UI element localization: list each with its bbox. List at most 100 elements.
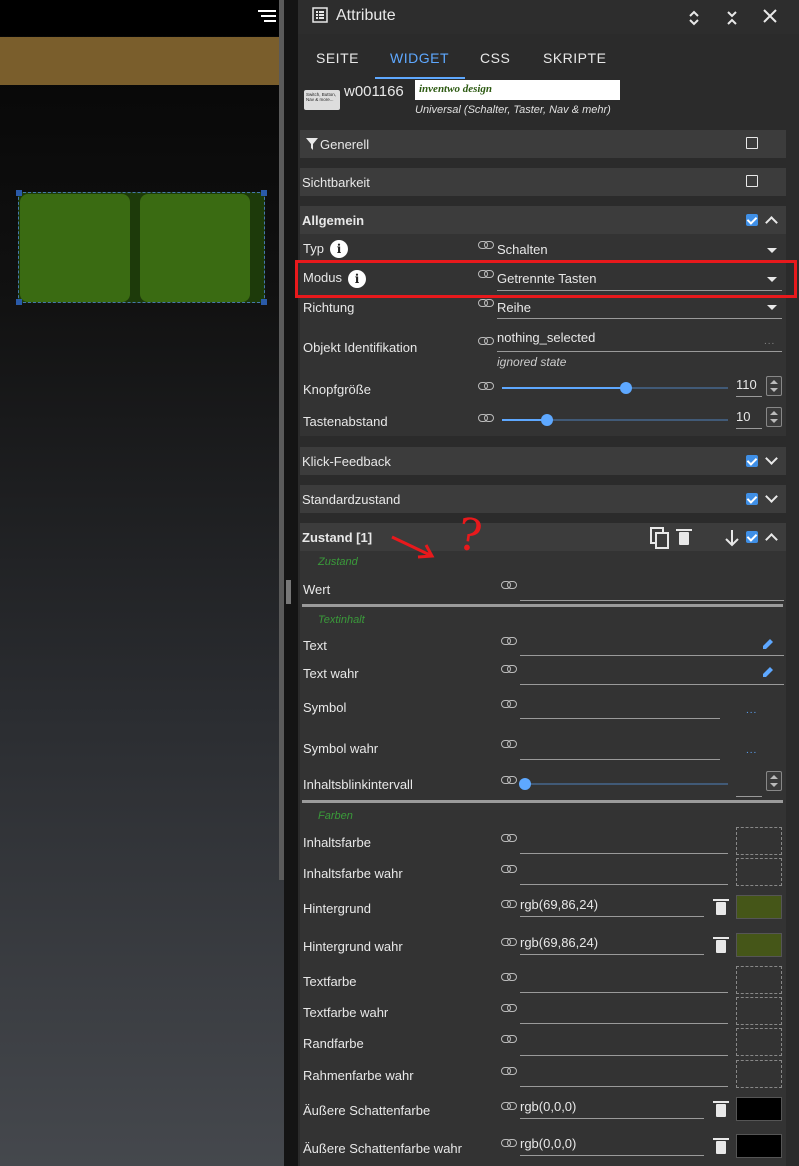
resize-handle[interactable] [261,299,267,305]
symbol-input[interactable] [520,718,720,719]
delete-icon[interactable] [713,937,729,953]
link-icon[interactable] [501,1102,517,1110]
section-header[interactable]: Allgemein [300,206,786,234]
inhaltsfarbe-wahr-input[interactable] [520,884,728,885]
schattenfarbe-input[interactable]: rgb(0,0,0) [520,1099,576,1114]
link-icon[interactable] [501,900,517,908]
link-icon[interactable] [501,700,517,708]
hintergrund-wahr-input[interactable]: rgb(69,86,24) [520,935,598,950]
resize-handle[interactable] [261,190,267,196]
selected-widget[interactable] [16,190,267,305]
switch-button-2[interactable] [140,194,250,302]
textfarbe-wahr-input[interactable] [520,1023,728,1024]
color-swatch[interactable] [736,1028,782,1056]
color-swatch[interactable] [736,933,782,957]
chevron-down-icon[interactable] [765,490,778,503]
section-checkbox[interactable] [746,175,758,187]
oid-input[interactable]: nothing_selected [497,330,595,345]
delete-icon[interactable] [676,529,692,545]
schattenfarbe-wahr-input[interactable]: rgb(0,0,0) [520,1136,576,1151]
section-checkbox[interactable] [746,214,758,226]
splitter-grip[interactable] [286,580,291,604]
switch-button-1[interactable] [20,194,130,302]
hintergrund-input[interactable]: rgb(69,86,24) [520,897,598,912]
link-icon[interactable] [501,740,517,748]
section-standardzustand[interactable]: Standardzustand [300,485,786,513]
wert-input[interactable] [520,600,784,601]
dropdown-arrow-icon[interactable] [767,248,777,253]
link-icon[interactable] [501,865,517,873]
color-swatch[interactable] [736,895,782,919]
chevron-up-icon[interactable] [765,216,778,229]
color-swatch[interactable] [736,997,782,1025]
delete-icon[interactable] [713,1101,729,1117]
link-icon[interactable] [501,973,517,981]
link-icon[interactable] [501,665,517,673]
knopfgroesse-input[interactable]: 110 [736,377,757,392]
dropdown-arrow-icon[interactable] [767,305,777,310]
color-swatch[interactable] [736,1134,782,1158]
panel-splitter[interactable] [284,0,298,1166]
edit-icon[interactable] [762,638,774,650]
rahmenfarbe-wahr-input[interactable] [520,1086,728,1087]
close-icon[interactable] [762,8,778,24]
section-checkbox[interactable] [746,531,758,543]
link-icon[interactable] [501,776,517,784]
tab-widget[interactable]: WIDGET [390,50,449,66]
section-checkbox[interactable] [746,455,758,467]
link-icon[interactable] [501,581,517,589]
number-spinner[interactable] [766,376,782,396]
randfarbe-input[interactable] [520,1055,728,1056]
tab-seite[interactable]: SEITE [316,50,359,66]
number-spinner[interactable] [766,407,782,427]
copy-icon[interactable] [650,527,670,549]
link-icon[interactable] [478,299,494,307]
tastenabstand-input[interactable]: 10 [736,409,750,424]
browse-icon[interactable]: ... [764,336,775,347]
color-swatch[interactable] [736,966,782,994]
arrow-down-icon[interactable] [724,529,740,547]
typ-select[interactable]: Schalten [497,242,548,257]
section-header[interactable]: Zustand [1] [300,523,786,551]
expand-all-icon[interactable] [688,9,700,27]
color-swatch[interactable] [736,827,782,855]
collapse-all-icon[interactable] [726,9,738,27]
richtung-select[interactable]: Reihe [497,300,531,315]
link-icon[interactable] [501,1035,517,1043]
section-checkbox[interactable] [746,137,758,149]
resize-handle[interactable] [16,299,22,305]
blink-input[interactable] [736,796,762,797]
textfarbe-input[interactable] [520,992,728,993]
inhaltsfarbe-input[interactable] [520,853,728,854]
link-icon[interactable] [478,382,494,390]
link-icon[interactable] [501,1004,517,1012]
blink-slider-track[interactable] [524,783,728,785]
link-icon[interactable] [478,414,494,422]
link-icon[interactable] [478,241,494,249]
section-checkbox[interactable] [746,493,758,505]
info-icon[interactable]: i [330,240,348,258]
color-swatch[interactable] [736,1060,782,1088]
menu-icon[interactable] [258,10,276,24]
link-icon[interactable] [478,337,494,345]
chevron-up-icon[interactable] [765,533,778,546]
delete-icon[interactable] [713,899,729,915]
edit-icon[interactable] [762,666,774,678]
link-icon[interactable] [501,1067,517,1075]
text-input[interactable] [520,655,784,656]
symbol-wahr-input[interactable] [520,759,720,760]
link-icon[interactable] [501,938,517,946]
resize-handle[interactable] [16,190,22,196]
section-sichtbarkeit[interactable]: Sichtbarkeit [300,168,786,196]
link-icon[interactable] [501,1139,517,1147]
delete-icon[interactable] [713,1138,729,1154]
color-swatch[interactable] [736,1097,782,1121]
tab-skripte[interactable]: SKRIPTE [543,50,606,66]
text-wahr-input[interactable] [520,684,784,685]
link-icon[interactable] [501,834,517,842]
section-generell[interactable]: Generell [300,130,786,158]
browse-icon[interactable]: ... [746,705,757,716]
link-icon[interactable] [501,637,517,645]
blink-slider-thumb[interactable] [519,778,531,790]
chevron-down-icon[interactable] [765,452,778,465]
